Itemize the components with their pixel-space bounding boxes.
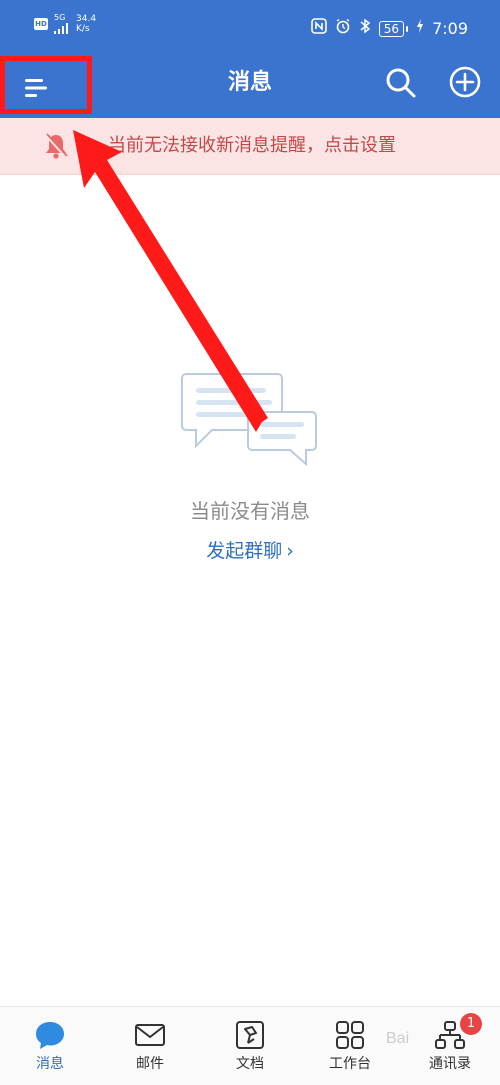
message-icon xyxy=(36,1022,64,1049)
clock: 7:09 xyxy=(432,18,468,38)
battery-level: 56 xyxy=(378,20,405,37)
battery-icon: 56 xyxy=(378,20,409,37)
speed-value: 34.4 xyxy=(76,14,97,24)
notice-text: 当前无法接收新消息提醒，点击设置 xyxy=(108,135,396,156)
alarm-icon xyxy=(335,18,351,39)
status-right: 56 7:09 xyxy=(310,18,468,39)
nav-label: 邮件 xyxy=(136,1056,164,1072)
network-indicator: 5G xyxy=(54,14,68,34)
mail-icon xyxy=(135,1024,165,1046)
nav-label: 消息 xyxy=(36,1056,64,1072)
app-bar: 消息 xyxy=(0,56,500,118)
bell-off-icon xyxy=(44,133,68,159)
nav-label: 工作台 xyxy=(329,1056,371,1072)
status-bar: HD 5G 34.4 K/s 56 7:09 xyxy=(0,0,500,56)
page-title: 消息 xyxy=(227,70,272,95)
bottom-navigation: 消息 邮件 文档 工作台 1 通讯录 xyxy=(0,1006,500,1085)
charging-icon xyxy=(416,18,424,39)
nav-item-contacts[interactable]: 1 通讯录 xyxy=(400,1007,500,1085)
app-header: HD 5G 34.4 K/s 56 7:09 消息 xyxy=(0,0,500,118)
chat-bubbles-icon xyxy=(181,373,317,467)
start-group-chat-label: 发起群聊 xyxy=(206,540,283,562)
empty-state-message: 当前没有消息 xyxy=(190,499,310,523)
nav-item-messages[interactable]: 消息 xyxy=(0,1007,100,1085)
notification-settings-banner[interactable]: 当前无法接收新消息提醒，点击设置 xyxy=(0,118,500,175)
nav-item-docs[interactable]: 文档 xyxy=(200,1007,300,1085)
add-icon[interactable] xyxy=(448,65,482,99)
status-left: HD 5G 34.4 K/s xyxy=(34,14,96,34)
nav-label: 文档 xyxy=(236,1056,264,1072)
search-icon[interactable] xyxy=(384,66,418,100)
watermark: Bai xyxy=(386,1030,410,1047)
network-type: 5G xyxy=(54,13,66,22)
speed-unit: K/s xyxy=(76,24,90,34)
nav-label: 通讯录 xyxy=(429,1056,471,1072)
grid-icon xyxy=(336,1021,364,1049)
chevron-right-icon: › xyxy=(286,540,294,562)
network-speed: 34.4 K/s xyxy=(76,14,96,34)
nfc-icon xyxy=(310,18,327,39)
unread-badge: 1 xyxy=(460,1013,482,1035)
hd-indicator: HD xyxy=(34,18,48,30)
nav-item-workbench[interactable]: 工作台 xyxy=(300,1007,400,1085)
signal-icon xyxy=(54,22,68,34)
start-group-chat-link[interactable]: 发起群聊 › xyxy=(0,538,500,564)
document-icon xyxy=(236,1021,264,1049)
bluetooth-icon xyxy=(359,18,371,39)
nav-item-mail[interactable]: 邮件 xyxy=(100,1007,200,1085)
